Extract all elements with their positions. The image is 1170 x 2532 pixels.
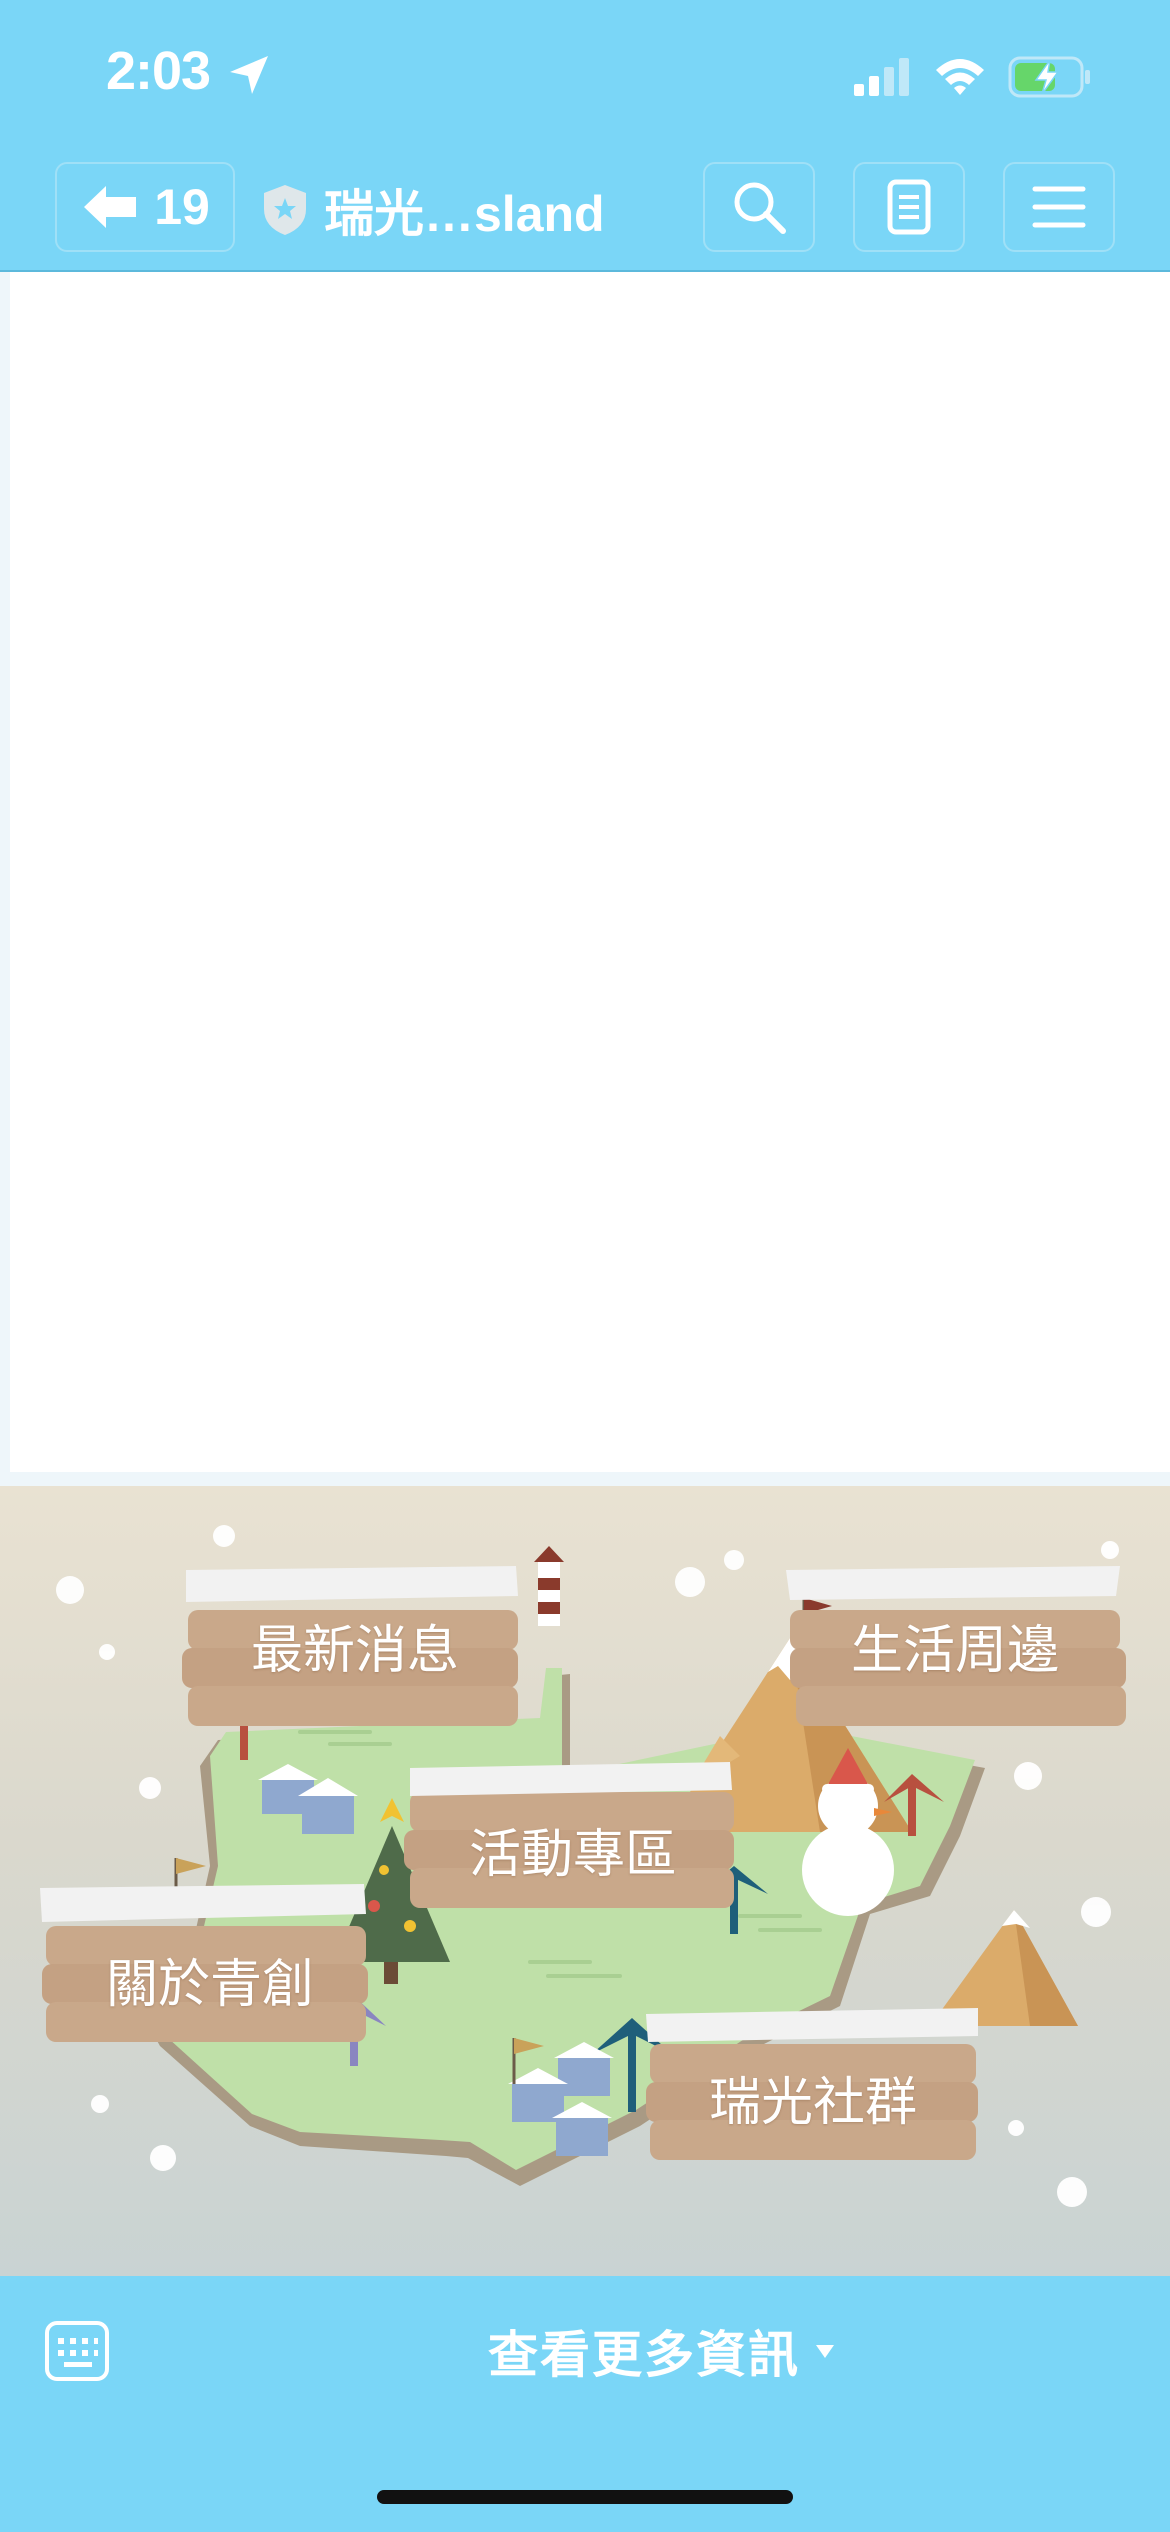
site-title: 瑞光…sland xyxy=(324,186,605,242)
back-count: 19 xyxy=(154,179,210,235)
reader-button[interactable] xyxy=(853,162,965,252)
wifi-icon xyxy=(936,59,984,95)
location-arrow-icon xyxy=(230,56,268,94)
blank-page-area xyxy=(10,272,1170,1472)
reader-icon xyxy=(887,179,931,235)
sign-news-button[interactable]: 最新消息 xyxy=(190,1608,520,1683)
caret-down-icon xyxy=(816,2345,834,2358)
search-icon xyxy=(734,182,786,234)
back-button[interactable]: 19 xyxy=(55,162,235,252)
home-indicator[interactable] xyxy=(377,2490,793,2504)
battery-charging-icon xyxy=(1008,56,1090,98)
shield-icon xyxy=(264,185,306,235)
keyboard-icon[interactable] xyxy=(44,2320,110,2382)
sign-life-button[interactable]: 生活周邊 xyxy=(790,1608,1120,1683)
sign-about-button[interactable]: 關於青創 xyxy=(50,1942,370,2017)
cellular-signal-icon xyxy=(854,58,909,96)
sign-event-button[interactable]: 活動專區 xyxy=(408,1812,738,1887)
browser-nav-bar: 19 瑞光…sland xyxy=(0,150,1170,272)
menu-icon xyxy=(1032,186,1086,228)
lighthouse-icon xyxy=(534,1546,564,1626)
rich-menu-map: 最新消息 生活周邊 活動專區 關於青創 瑞光社群 xyxy=(0,1486,1170,2276)
search-button[interactable] xyxy=(703,162,815,252)
status-time: 2:03 xyxy=(106,41,211,101)
more-info-label: 查看更多資訊 xyxy=(488,2327,800,2383)
sign-community-button[interactable]: 瑞光社群 xyxy=(648,2060,978,2135)
back-arrow-icon xyxy=(84,186,137,228)
menu-button[interactable] xyxy=(1003,162,1115,252)
site-title-area[interactable]: 瑞光…sland xyxy=(262,180,605,242)
more-info-toggle[interactable]: 查看更多資訊 xyxy=(488,2316,836,2386)
web-content xyxy=(0,272,1170,1486)
status-bar: 2:03 xyxy=(0,0,1170,150)
